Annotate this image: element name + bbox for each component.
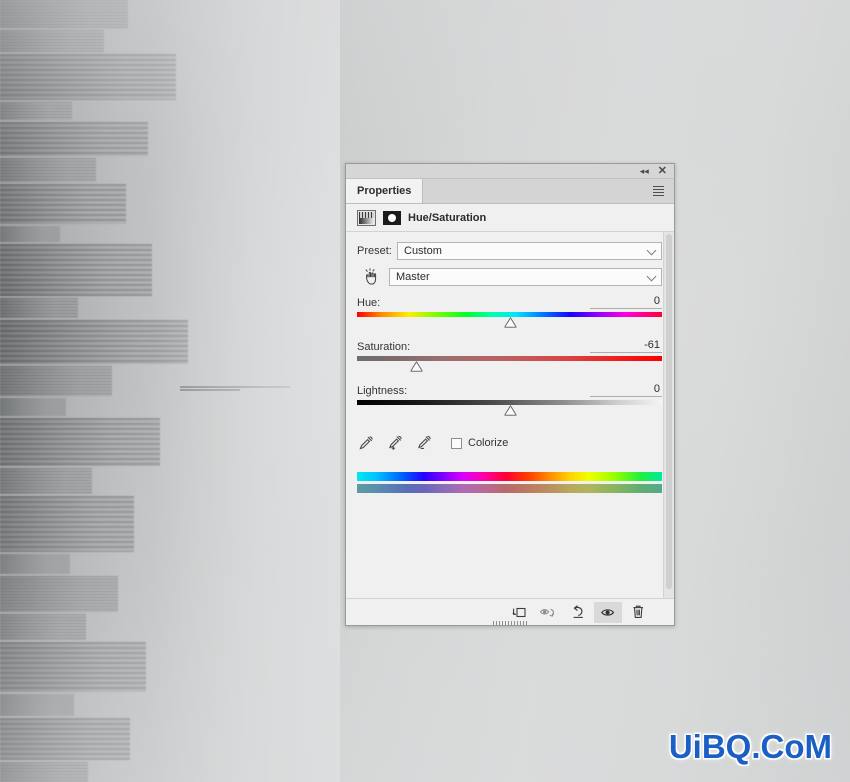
- panel-footer-toolbar: [346, 598, 674, 626]
- output-color-spectrum-bar[interactable]: [357, 484, 662, 493]
- adjustment-header: Hue/Saturation: [346, 204, 674, 232]
- clip-to-layer-button[interactable]: [504, 602, 532, 623]
- saturation-slider-group: Saturation: -61: [357, 337, 662, 376]
- channel-row: Master: [357, 267, 662, 287]
- layer-mask-icon[interactable]: [383, 210, 401, 225]
- lightness-value-input[interactable]: 0: [590, 383, 662, 397]
- properties-panel: ◂◂ ✕ Properties Hue/Saturation Preset: C…: [345, 163, 675, 626]
- panel-vertical-scrollbar[interactable]: [663, 232, 674, 598]
- view-previous-state-button[interactable]: [534, 602, 562, 623]
- hue-slider-track-wrap[interactable]: [357, 312, 662, 332]
- input-color-spectrum-bar[interactable]: [357, 472, 662, 481]
- chevron-down-icon: [646, 245, 657, 256]
- eyedropper-icon[interactable]: [357, 434, 375, 452]
- scrollbar-thumb[interactable]: [666, 234, 672, 589]
- saturation-value-input[interactable]: -61: [590, 339, 662, 353]
- preset-row: Preset: Custom: [357, 241, 662, 261]
- eyedropper-add-icon[interactable]: [386, 434, 404, 452]
- channel-dropdown[interactable]: Master: [389, 268, 662, 286]
- panel-titlebar: ◂◂ ✕: [346, 164, 674, 179]
- tabbar-empty-space: [423, 179, 647, 203]
- reset-adjustment-button[interactable]: [564, 602, 592, 623]
- color-spectrum-bars: [357, 472, 662, 493]
- lightness-slider-track-wrap[interactable]: [357, 400, 662, 420]
- hue-label: Hue:: [357, 297, 381, 309]
- hue-saturation-adjustment-icon: [357, 209, 376, 226]
- eyedropper-tools-row: Colorize: [357, 432, 662, 454]
- lightness-slider-group: Lightness: 0: [357, 381, 662, 420]
- preset-dropdown[interactable]: Custom: [397, 242, 662, 260]
- saturation-gradient-track[interactable]: [357, 356, 662, 361]
- tab-properties[interactable]: Properties: [346, 179, 424, 203]
- adjustment-title: Hue/Saturation: [408, 211, 487, 224]
- panel-tabbar: Properties: [346, 179, 674, 204]
- panel-menu-icon[interactable]: [647, 179, 669, 203]
- panel-resize-grip[interactable]: [493, 621, 527, 626]
- targeted-adjustment-hand-icon[interactable]: [360, 267, 384, 287]
- delete-adjustment-layer-button[interactable]: [624, 602, 652, 623]
- saturation-slider-track-wrap[interactable]: [357, 356, 662, 376]
- colorize-label: Colorize: [468, 437, 509, 449]
- eyedropper-subtract-icon[interactable]: [415, 434, 433, 452]
- colorize-checkbox[interactable]: [451, 437, 462, 449]
- chevron-down-icon: [646, 271, 657, 282]
- channel-value: Master: [396, 271, 430, 283]
- saturation-label: Saturation:: [357, 341, 411, 353]
- close-panel-icon[interactable]: ✕: [658, 165, 667, 177]
- site-watermark: UiBQ.CoM: [668, 728, 832, 765]
- preset-label: Preset:: [357, 245, 392, 257]
- colorize-checkbox-row[interactable]: Colorize: [451, 437, 508, 449]
- toggle-layer-visibility-button[interactable]: [594, 601, 622, 623]
- panel-body: Preset: Custom Master Hue: 0 Saturation:…: [346, 232, 674, 598]
- lightness-label: Lightness:: [357, 385, 408, 397]
- hue-slider-group: Hue: 0: [357, 293, 662, 332]
- collapse-panel-icon[interactable]: ◂◂: [640, 166, 649, 176]
- preset-value: Custom: [404, 245, 442, 257]
- hue-value-input[interactable]: 0: [590, 295, 662, 309]
